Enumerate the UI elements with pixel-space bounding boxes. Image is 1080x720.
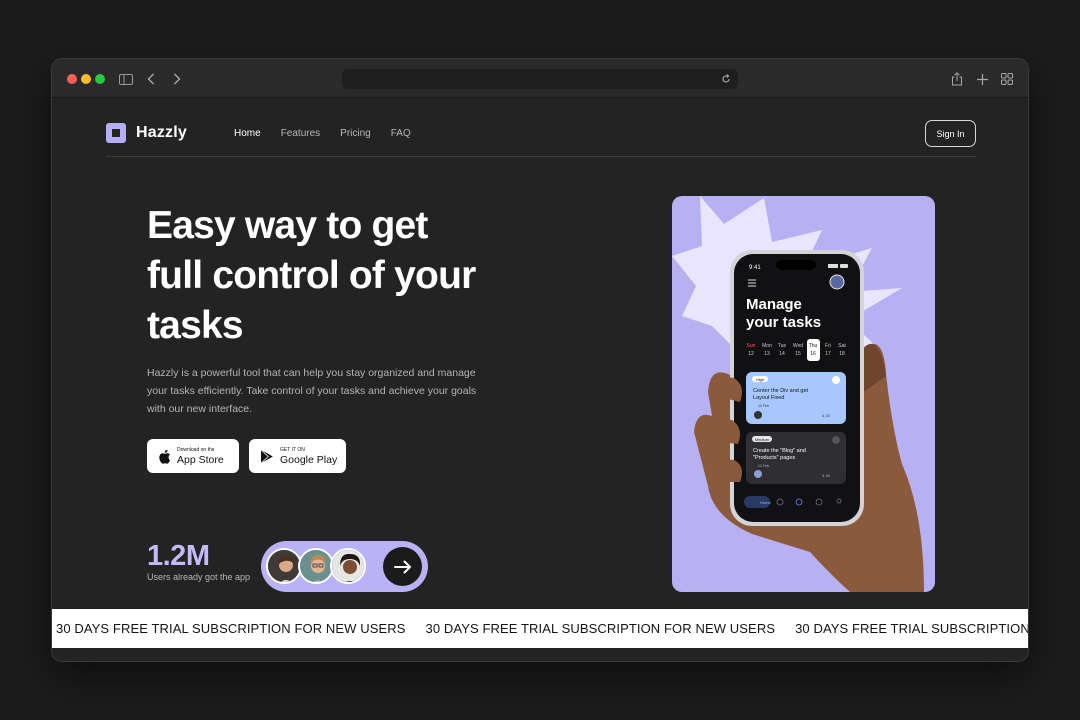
hero-phone-visual: 9:41 Manage your tasks Sun 12 Mon 13 Tue…	[672, 196, 935, 592]
task-date: 10 Feb	[758, 404, 769, 408]
sidebar-icon[interactable]	[116, 69, 136, 89]
new-tab-icon[interactable]	[972, 69, 992, 89]
google-play-button[interactable]: GET IT ON Google Play	[249, 439, 346, 473]
share-icon[interactable]	[947, 69, 967, 89]
phone-heading-line: Manage	[746, 296, 802, 313]
app-store-button[interactable]: Download on the App Store	[147, 439, 239, 473]
phone-illustration: 9:41 Manage your tasks Sun 12 Mon 13 Tue…	[672, 196, 924, 592]
day-number: 15	[795, 351, 801, 357]
phone-tab-home: Home	[760, 500, 771, 505]
apple-icon	[159, 449, 170, 464]
google-play-label: Google Play	[280, 453, 338, 466]
users-count: 1.2M	[147, 540, 210, 572]
back-icon[interactable]	[141, 69, 161, 89]
users-avatars-pill	[261, 541, 428, 592]
day-name: Sat	[838, 343, 846, 349]
phone-profile-avatar	[829, 274, 845, 290]
hero-title: Easy way to get full control of your tas…	[147, 201, 507, 351]
day-number: 13	[764, 351, 770, 357]
reload-icon[interactable]	[718, 71, 734, 87]
day-number: 16	[810, 351, 816, 357]
landing-page: Hazzly Home Features Pricing FAQ Sign In…	[52, 98, 1028, 661]
promo-marquee: 30 DAYS FREE TRIAL SUBSCRIPTION FOR NEW …	[52, 609, 1028, 648]
google-play-icon	[260, 449, 273, 463]
browser-window: Hazzly Home Features Pricing FAQ Sign In…	[52, 59, 1028, 661]
nav-link-features[interactable]: Features	[281, 128, 320, 139]
nav-link-faq[interactable]: FAQ	[391, 128, 411, 139]
nav-link-home[interactable]: Home	[234, 128, 261, 139]
logo-icon[interactable]	[106, 123, 126, 143]
app-store-small-text: Download on the	[177, 446, 215, 453]
task-date: 12 Feb	[758, 464, 769, 468]
day-number: 14	[779, 351, 785, 357]
phone-status-time: 9:41	[749, 265, 761, 271]
marquee-text: 30 DAYS FREE TRIAL SUBSCRIPTION FOR NEW …	[56, 621, 406, 636]
arrow-right-icon	[393, 560, 411, 573]
minimize-window-button[interactable]	[81, 74, 91, 84]
task-priority-badge: Medium	[755, 437, 770, 442]
hero-title-line: full control of your	[147, 254, 476, 297]
hero-description: Hazzly is a powerful tool that can help …	[147, 367, 477, 415]
avatar	[330, 548, 366, 584]
day-name: Mon	[762, 343, 772, 349]
hero-title-line: Easy way to get	[147, 204, 428, 247]
task-meta: 4 16	[822, 473, 831, 478]
get-app-arrow-button[interactable]	[383, 547, 422, 586]
marquee-text: 30 DAYS FREE TRIAL SUBSCRIPTION FOR NEW …	[425, 621, 776, 636]
users-count-label: Users already got the app	[147, 572, 251, 582]
day-name: Thu	[809, 343, 818, 349]
task-title: "Products" pages	[753, 455, 795, 461]
day-name: Sun	[747, 343, 756, 349]
day-name: Tue	[778, 343, 787, 349]
hero-title-line: tasks	[147, 304, 244, 347]
day-number: 17	[825, 351, 831, 357]
day-name: Wed	[793, 343, 803, 349]
zoom-window-button[interactable]	[95, 74, 105, 84]
app-store-label: App Store	[177, 453, 224, 466]
top-navigation: Hazzly Home Features Pricing FAQ Sign In	[106, 98, 976, 157]
day-number: 12	[748, 351, 754, 357]
avatar	[266, 548, 302, 584]
day-number: 18	[839, 351, 845, 357]
task-title: Center the Div and get	[753, 388, 809, 394]
tab-overview-icon[interactable]	[997, 69, 1017, 89]
google-play-small-text: GET IT ON	[280, 446, 305, 453]
brand-name[interactable]: Hazzly	[136, 124, 187, 142]
sign-in-button[interactable]: Sign In	[925, 120, 976, 147]
task-meta: 4 15	[822, 413, 831, 418]
task-title: Layout Fixed	[753, 395, 785, 401]
close-window-button[interactable]	[67, 74, 77, 84]
day-name: Fri	[825, 343, 831, 349]
nav-links: Home Features Pricing FAQ	[234, 128, 411, 139]
nav-link-pricing[interactable]: Pricing	[340, 128, 371, 139]
task-title: Create the "Blog" and	[753, 448, 806, 454]
phone-heading-line: your tasks	[746, 314, 821, 331]
marquee-text: 30 DAYS FREE TRIAL SUBSCRIPTION FOR NEW …	[795, 621, 1028, 636]
forward-icon[interactable]	[167, 69, 187, 89]
address-bar[interactable]	[342, 69, 738, 89]
avatar	[298, 548, 334, 584]
browser-toolbar	[52, 59, 1028, 98]
task-priority-badge: High	[756, 377, 764, 382]
